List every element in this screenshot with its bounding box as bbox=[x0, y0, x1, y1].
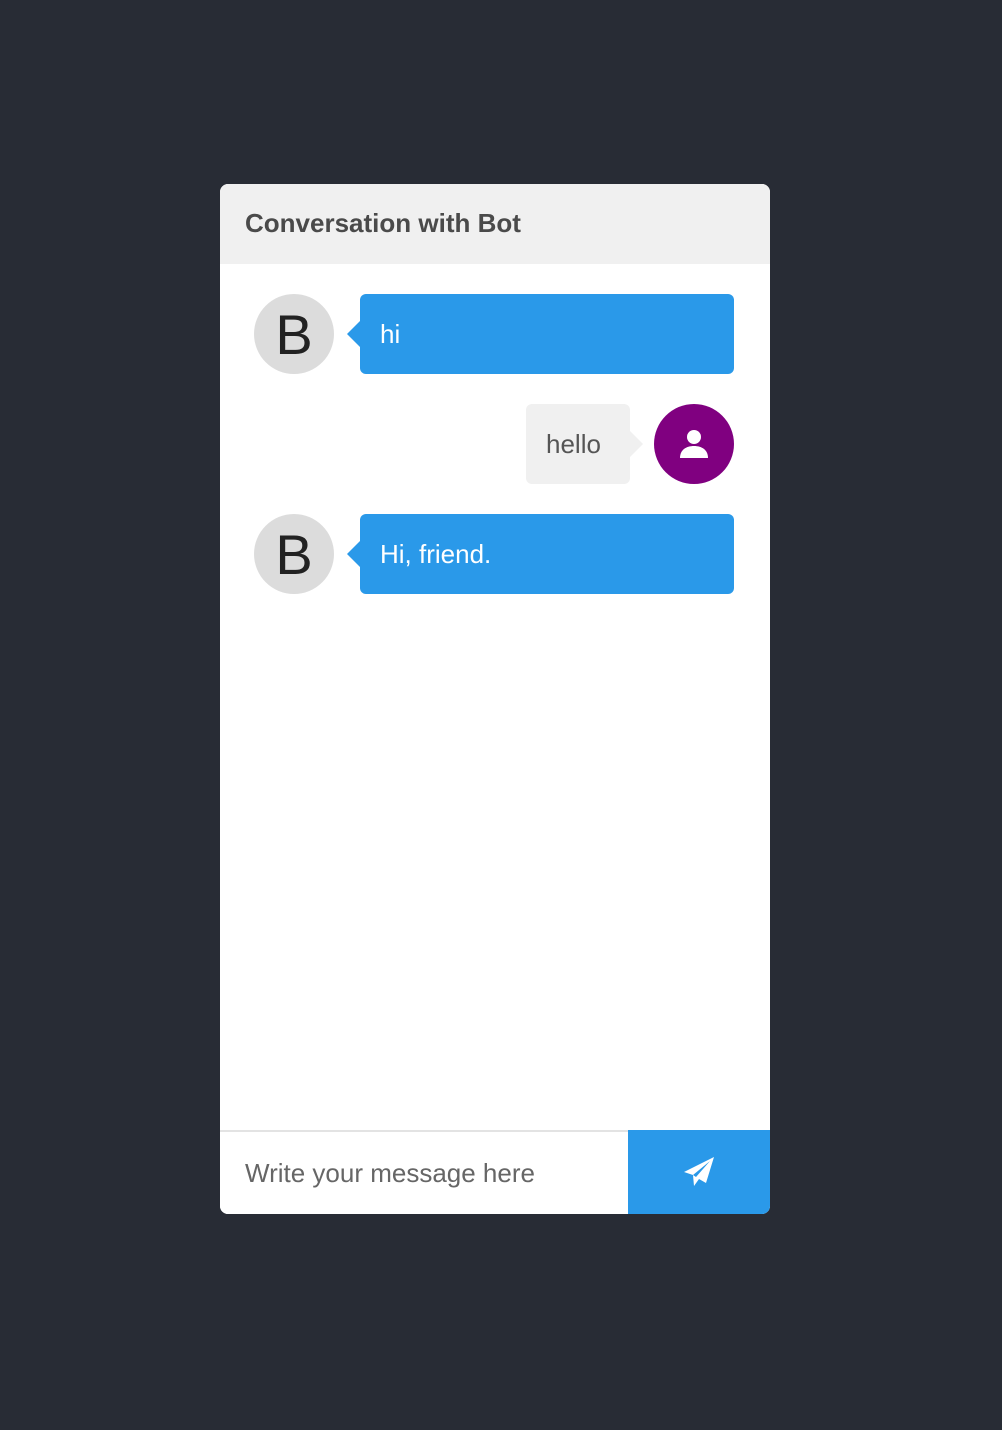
bot-avatar: B bbox=[254, 514, 334, 594]
chat-header: Conversation with Bot bbox=[220, 184, 770, 264]
chat-title: Conversation with Bot bbox=[245, 208, 521, 238]
chat-window: Conversation with Bot B hi hello B Hi, f… bbox=[220, 184, 770, 1214]
message-composer bbox=[220, 1130, 770, 1214]
bot-message-bubble: hi bbox=[347, 294, 734, 374]
user-icon bbox=[680, 430, 708, 458]
user-avatar bbox=[654, 404, 734, 484]
message-input[interactable] bbox=[220, 1132, 628, 1214]
bot-avatar: B bbox=[254, 294, 334, 374]
message-row-user: hello bbox=[220, 404, 770, 484]
bot-message-bubble: Hi, friend. bbox=[347, 514, 734, 594]
send-button[interactable] bbox=[628, 1130, 770, 1214]
message-list: B hi hello B Hi, friend. bbox=[220, 264, 770, 1130]
message-row-bot: B Hi, friend. bbox=[220, 514, 770, 594]
message-row-bot: B hi bbox=[220, 294, 770, 374]
paper-plane-icon bbox=[684, 1157, 714, 1186]
user-message-bubble: hello bbox=[526, 404, 643, 484]
